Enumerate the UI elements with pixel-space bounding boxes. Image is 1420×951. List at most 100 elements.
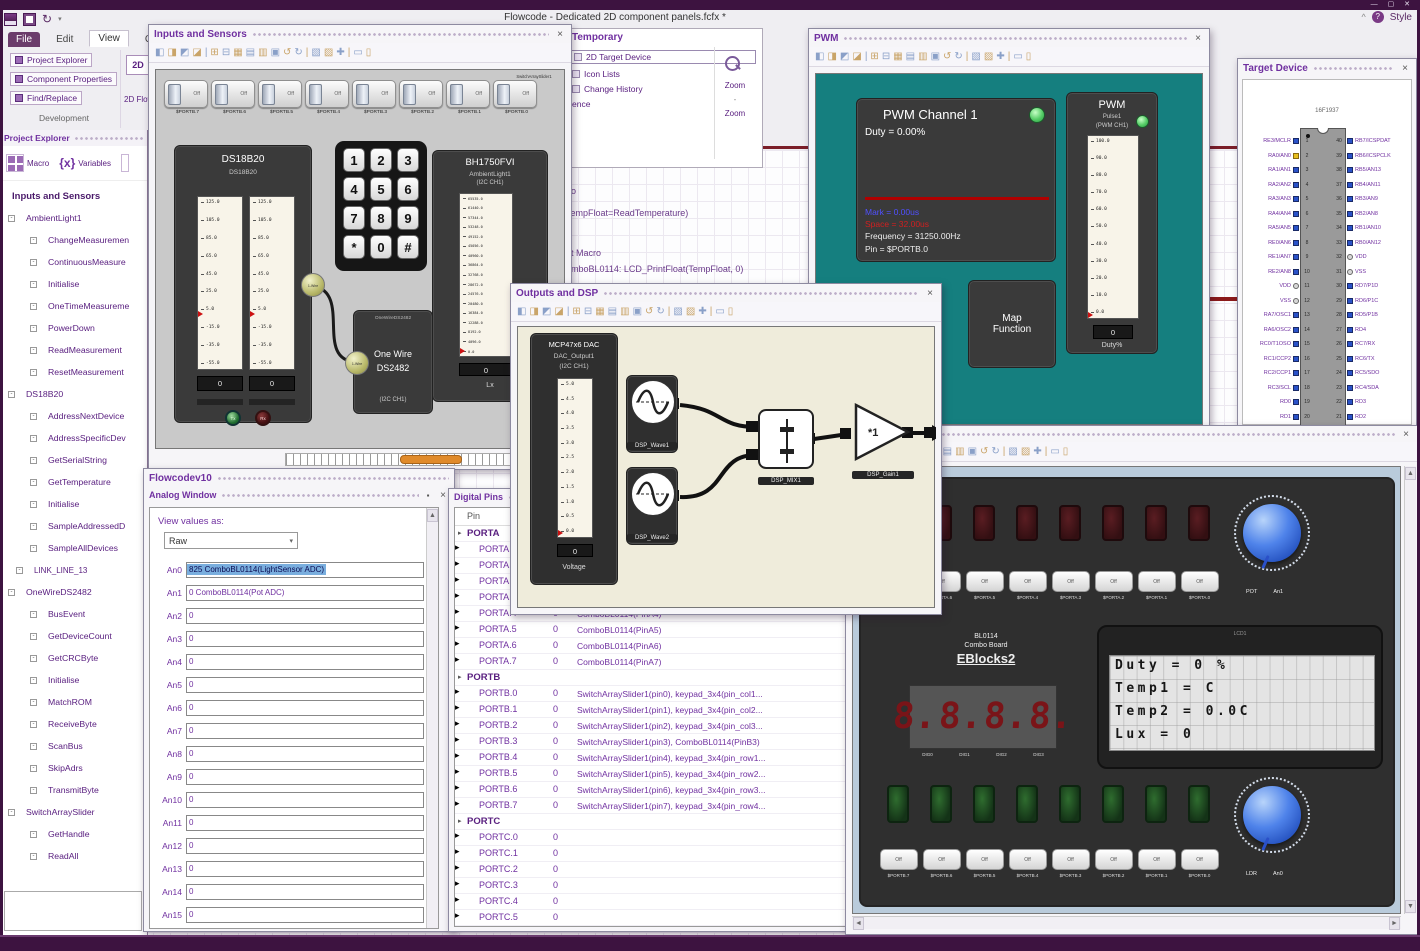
expander-icon[interactable]: - bbox=[30, 346, 37, 354]
tree-item[interactable]: - ReceiveByte bbox=[30, 713, 147, 735]
vertical-scrollbar[interactable]: ▲ ▼ bbox=[1404, 466, 1416, 914]
expander-icon[interactable]: - bbox=[16, 566, 23, 574]
chip-pin[interactable]: RA6/OSC2 14 bbox=[1245, 323, 1313, 338]
toolbar-icon[interactable]: ↺ bbox=[645, 306, 653, 317]
chip-pin[interactable]: VDD 11 bbox=[1245, 279, 1313, 294]
toolbar-icon[interactable]: | bbox=[567, 306, 570, 317]
keypad-key[interactable]: 0 bbox=[370, 235, 392, 259]
tree-item[interactable]: - Initialise bbox=[30, 273, 147, 295]
toolbar-icon[interactable]: ▭ bbox=[353, 47, 362, 58]
off-button[interactable]: Off bbox=[1137, 571, 1176, 592]
find-replace-button[interactable]: Find/Replace bbox=[10, 91, 83, 105]
pin-panel-icon[interactable]: ▪ bbox=[424, 491, 432, 500]
toolbar-icon[interactable]: ▤ bbox=[246, 47, 255, 58]
toolbar-icon[interactable]: ▣ bbox=[968, 446, 977, 457]
tree-item[interactable]: - SkipAdrs bbox=[30, 757, 147, 779]
toolbar-icon[interactable]: ▧ bbox=[971, 51, 980, 62]
expander-icon[interactable]: - bbox=[30, 412, 37, 420]
chip-pin[interactable]: RA2/AN2 4 bbox=[1245, 178, 1313, 193]
chip-pin[interactable]: 28 RD5/P1B bbox=[1333, 308, 1415, 323]
switch-knob[interactable] bbox=[403, 84, 416, 105]
toolbar-icon[interactable]: ▤ bbox=[943, 446, 952, 457]
voltage-gauge[interactable]: 5.0 4.5 4.0 3.5 3.0 2.5 2.0 1.5 1.0 0.5 0.0 bbox=[557, 378, 593, 538]
project-icon[interactable] bbox=[23, 12, 36, 26]
slide-switch[interactable]: Off bbox=[352, 80, 396, 108]
toolbar-icon[interactable]: ◩ bbox=[542, 306, 551, 317]
chip-pin[interactable]: 40 RB7/ICSPDAT bbox=[1333, 134, 1415, 149]
project-explorer-button[interactable]: Project Explorer bbox=[10, 53, 93, 67]
slide-switch[interactable]: Off bbox=[493, 80, 537, 108]
slide-switch[interactable]: Off bbox=[164, 80, 208, 108]
tree-item[interactable]: - OneWireDS2482 bbox=[8, 581, 147, 603]
toolbar-icon[interactable]: ⊞ bbox=[870, 51, 878, 62]
off-button[interactable]: Off bbox=[1051, 849, 1090, 870]
toolbar-icon[interactable]: ▧ bbox=[311, 47, 320, 58]
tree-item[interactable]: - GetDeviceCount bbox=[30, 625, 147, 647]
toolbar-icon[interactable]: ▦ bbox=[233, 47, 242, 58]
off-button[interactable]: Off bbox=[965, 849, 1004, 870]
chip-pin[interactable]: 26 RC7/RX bbox=[1333, 337, 1415, 352]
analog-value-field[interactable]: 0 bbox=[186, 837, 424, 854]
expander-icon[interactable]: - bbox=[30, 544, 37, 552]
toolbar-icon[interactable]: ▭ bbox=[1050, 446, 1059, 457]
expander-icon[interactable]: - bbox=[8, 214, 15, 222]
toolbar-icon[interactable]: ✚ bbox=[996, 51, 1004, 62]
switch-knob[interactable] bbox=[309, 84, 322, 105]
toolbar-icon[interactable]: ▦ bbox=[893, 51, 902, 62]
save-icon[interactable] bbox=[4, 12, 17, 26]
toolbar-icon[interactable]: | bbox=[865, 51, 868, 62]
toolbar-icon[interactable]: | bbox=[205, 47, 208, 58]
scroll-up-icon[interactable]: ▲ bbox=[1405, 467, 1416, 480]
analog-value-field[interactable]: 0 bbox=[186, 768, 424, 785]
scroll-up-icon[interactable]: ▲ bbox=[427, 509, 438, 522]
temperature-gauge-2[interactable]: 125.0 105.0 85.0 65.0 45.0 25.0 5.0 -15.0 -35.0 -… bbox=[249, 196, 295, 370]
off-button[interactable]: Off bbox=[1051, 571, 1090, 592]
expander-icon[interactable]: - bbox=[30, 676, 37, 684]
chip-pin[interactable]: RC3/SCL 18 bbox=[1245, 381, 1313, 396]
toolbar-icon[interactable]: ▥ bbox=[620, 306, 629, 317]
expander-icon[interactable]: - bbox=[30, 786, 37, 794]
toolbar-icon[interactable]: ▣ bbox=[633, 306, 642, 317]
expander-icon[interactable]: - bbox=[30, 236, 37, 244]
keypad-key[interactable]: * bbox=[343, 235, 365, 259]
chevron-down-icon[interactable]: ▾ bbox=[58, 15, 62, 23]
expander-icon[interactable]: - bbox=[30, 830, 37, 838]
analog-value-field[interactable]: 0 bbox=[186, 745, 424, 762]
toolbar-icon[interactable]: ▧ bbox=[1008, 446, 1017, 457]
tree-item[interactable]: - ChangeMeasuremen bbox=[30, 229, 147, 251]
zoom-minus[interactable]: - bbox=[720, 95, 750, 104]
toolbar-icon[interactable]: ✚ bbox=[698, 306, 706, 317]
chip-pin[interactable]: RD0 19 bbox=[1245, 395, 1313, 410]
chip-pin[interactable]: 39 RB6/ICSPCLK bbox=[1333, 149, 1415, 164]
tree-item[interactable]: - OneTimeMeasureme bbox=[30, 295, 147, 317]
toolbar-icon[interactable]: | bbox=[1003, 446, 1006, 457]
expander-icon[interactable]: - bbox=[30, 720, 37, 728]
toolbar-icon[interactable]: ⊞ bbox=[572, 306, 580, 317]
tree-item[interactable]: - ReadMeasurement bbox=[30, 339, 147, 361]
expander-icon[interactable]: - bbox=[30, 852, 37, 860]
chip-pin[interactable]: RD1 20 bbox=[1245, 410, 1313, 425]
tree-item[interactable]: - Initialise bbox=[30, 669, 147, 691]
scroll-left-icon[interactable]: ◄ bbox=[853, 916, 864, 930]
expander-icon[interactable]: - bbox=[8, 390, 15, 398]
analog-value-field[interactable]: 0 bbox=[186, 906, 424, 923]
off-button[interactable]: Off bbox=[1094, 571, 1133, 592]
chip-pin[interactable]: RA5/AN5 7 bbox=[1245, 221, 1313, 236]
slide-switch[interactable]: Off bbox=[258, 80, 302, 108]
toolbar-icon[interactable]: ▤ bbox=[906, 51, 915, 62]
vertical-scrollbar[interactable]: ▲ bbox=[426, 508, 438, 928]
switch-knob[interactable] bbox=[215, 84, 228, 105]
toolbar-icon[interactable]: ⊟ bbox=[222, 47, 230, 58]
onewire-connector[interactable]: 1-Wire bbox=[345, 351, 369, 375]
toolbar-icon[interactable]: ◧ bbox=[815, 51, 824, 62]
toolbar-icon[interactable]: ↻ bbox=[991, 446, 999, 457]
tree-item[interactable]: - AmbientLight1 bbox=[8, 207, 147, 229]
tree-item[interactable]: - ContinuousMeasure bbox=[30, 251, 147, 273]
expander-icon[interactable]: - bbox=[30, 368, 37, 376]
expander-icon[interactable]: - bbox=[30, 478, 37, 486]
expander-icon[interactable]: - bbox=[30, 610, 37, 618]
toolbar-icon[interactable]: ◪ bbox=[192, 47, 201, 58]
slide-switch[interactable]: Off bbox=[399, 80, 443, 108]
toolbar-icon[interactable]: ▭ bbox=[715, 306, 724, 317]
toolbar-icon[interactable]: ▨ bbox=[324, 47, 333, 58]
